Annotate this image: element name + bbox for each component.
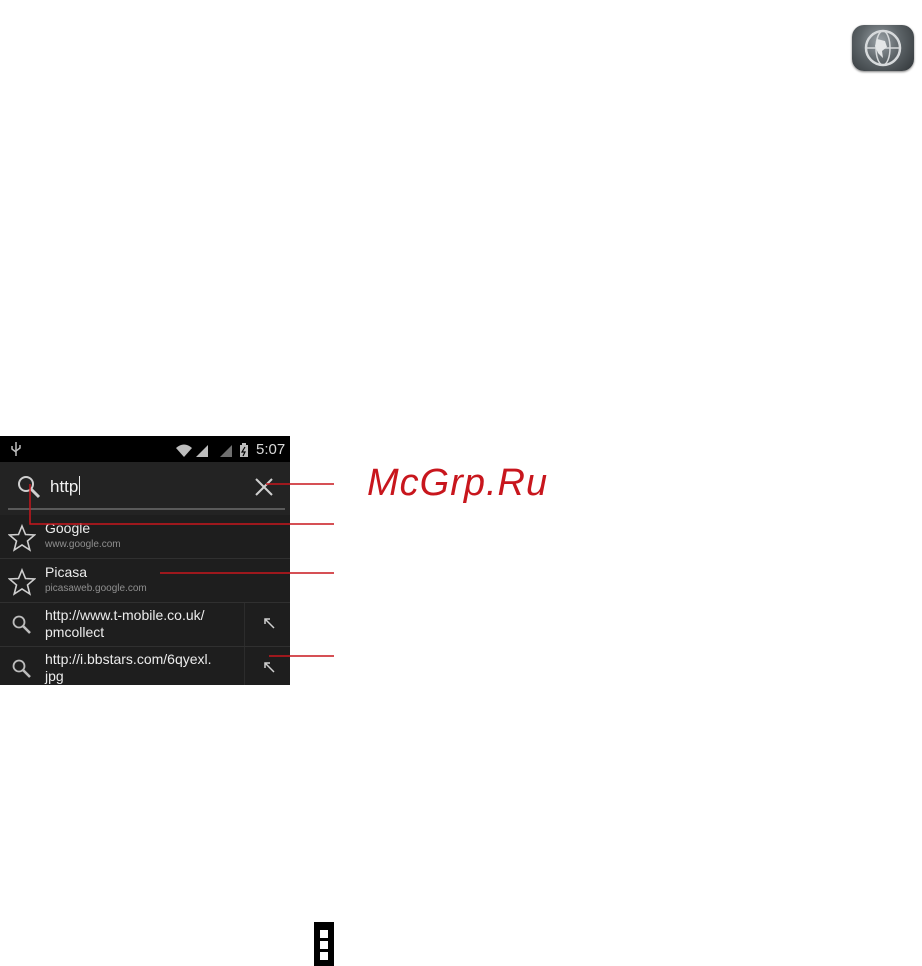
overflow-menu-icon xyxy=(314,922,334,966)
callout-line-search xyxy=(29,484,334,525)
watermark: McGrp.Ru xyxy=(367,462,549,504)
